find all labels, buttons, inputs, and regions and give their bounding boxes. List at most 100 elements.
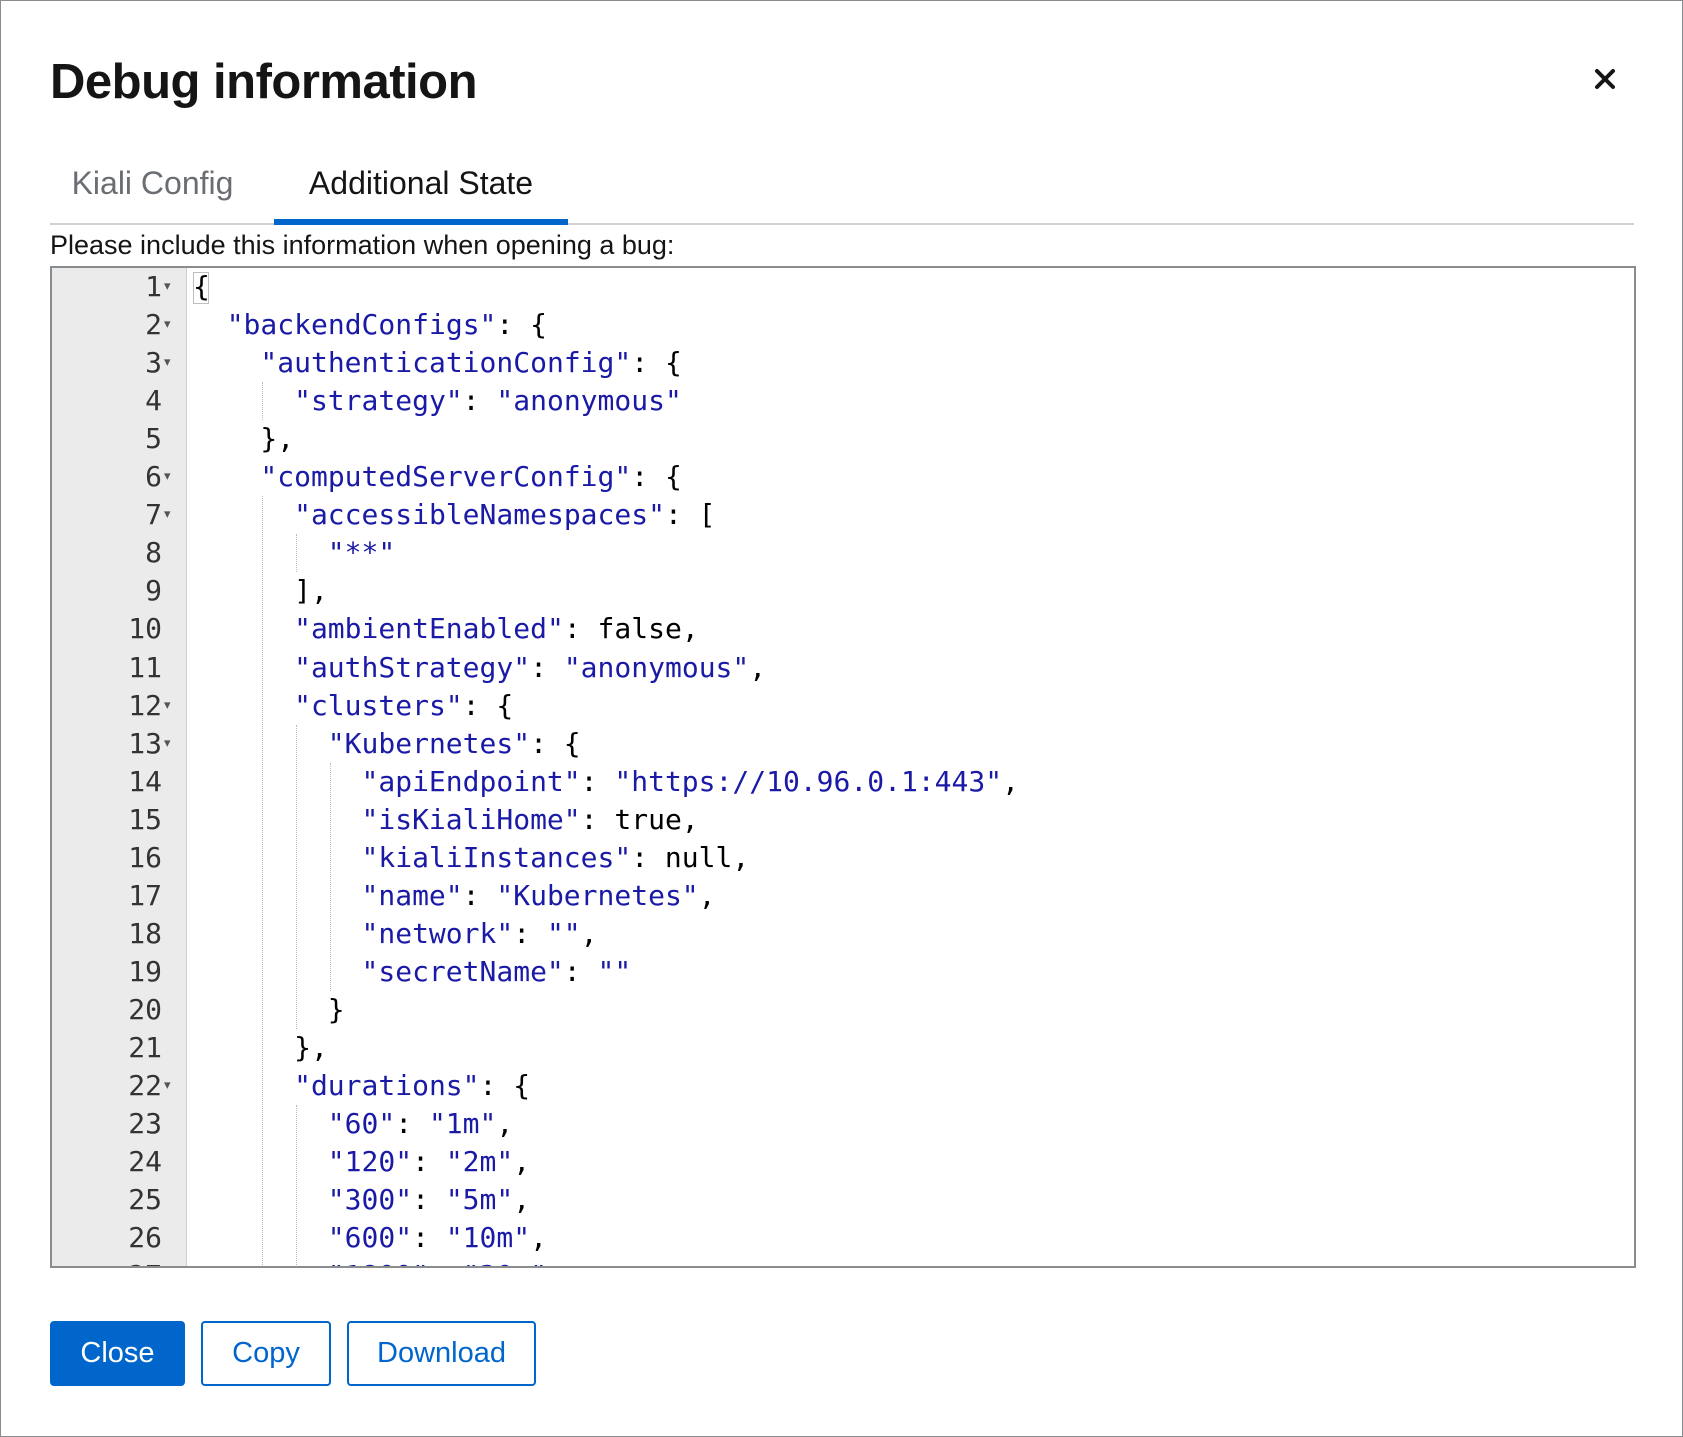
code-text: "600": "10m", bbox=[328, 1219, 547, 1257]
code-line: 23 "60": "1m", bbox=[52, 1105, 1634, 1143]
tab-additional-state[interactable]: Additional State bbox=[274, 151, 568, 225]
line-number: 11 bbox=[128, 650, 162, 684]
json-punctuation: : bbox=[412, 1221, 446, 1255]
code-line: 1 ▾ { bbox=[52, 268, 1634, 306]
code-line: 3 ▾ "authenticationConfig": { bbox=[52, 344, 1634, 382]
fold-caret-icon[interactable]: ▾ bbox=[164, 276, 171, 298]
line-number: 24 bbox=[128, 1145, 162, 1179]
close-modal-button[interactable] bbox=[1583, 57, 1627, 101]
fold-caret-icon[interactable]: ▾ bbox=[164, 466, 171, 488]
json-punctuation: : { bbox=[462, 688, 514, 722]
fold-caret-icon[interactable]: ▾ bbox=[164, 733, 171, 755]
indent-guide bbox=[329, 762, 331, 991]
code-text: "computedServerConfig": { bbox=[260, 458, 681, 496]
line-number: 13 bbox=[128, 726, 162, 760]
code-line: 20} bbox=[52, 991, 1634, 1029]
json-punctuation: : { bbox=[496, 308, 547, 342]
line-number: 15 bbox=[128, 802, 162, 836]
line-number: 25 bbox=[128, 1183, 162, 1217]
fold-caret-icon[interactable]: ▾ bbox=[164, 1075, 171, 1097]
tab-kiali-config[interactable]: Kiali Config bbox=[50, 151, 255, 223]
line-number: 12 bbox=[128, 688, 162, 722]
code-line: 13 ▾ "Kubernetes": { bbox=[52, 725, 1634, 763]
json-punctuation: : [ bbox=[664, 498, 716, 532]
json-string: "10m" bbox=[445, 1221, 531, 1255]
line-number: 14 bbox=[128, 764, 162, 798]
fold-caret-icon[interactable]: ▾ bbox=[164, 314, 171, 336]
json-string: "anonymous" bbox=[563, 650, 750, 684]
code-text: "name": "Kubernetes", bbox=[362, 877, 716, 915]
code-line: 9], bbox=[52, 572, 1634, 610]
indent-guide bbox=[296, 724, 298, 1029]
code-line: 5}, bbox=[52, 420, 1634, 458]
json-string: "60" bbox=[327, 1107, 396, 1141]
tab-label: Kiali Config bbox=[71, 165, 234, 201]
fold-caret-icon[interactable]: ▾ bbox=[164, 352, 171, 374]
fold-caret-icon[interactable]: ▾ bbox=[164, 504, 171, 526]
code-line: 25 "300": "5m", bbox=[52, 1181, 1634, 1219]
fold-caret-icon[interactable]: ▾ bbox=[164, 695, 171, 717]
code-text: "authenticationConfig": { bbox=[260, 344, 681, 382]
line-number: 16 bbox=[128, 840, 162, 874]
json-punctuation: : bbox=[563, 954, 598, 988]
code-text: { bbox=[193, 268, 210, 306]
code-line: 11 "authStrategy": "anonymous", bbox=[52, 649, 1634, 687]
json-punctuation: : bbox=[462, 878, 497, 912]
code-text: }, bbox=[294, 1029, 328, 1067]
json-string: "backendConfigs" bbox=[226, 308, 497, 342]
line-number: 1 bbox=[145, 270, 162, 303]
json-punctuation: ], bbox=[294, 574, 328, 608]
json-punctuation: : bbox=[395, 1107, 429, 1141]
indent-guide bbox=[296, 534, 298, 573]
code-text: "1800": "30m", bbox=[328, 1257, 564, 1266]
code-line: 21}, bbox=[52, 1029, 1634, 1067]
code-line: 7 ▾ "accessibleNamespaces": [ bbox=[52, 496, 1634, 534]
code-line: 4 "strategy": "anonymous" bbox=[52, 382, 1634, 420]
json-punctuation: : bbox=[462, 384, 497, 418]
indent-guide bbox=[262, 382, 264, 421]
line-number: 4 bbox=[145, 384, 162, 418]
code-line: 8 "**" bbox=[52, 534, 1634, 572]
code-text: "ambientEnabled": false, bbox=[294, 610, 699, 648]
json-string: "authStrategy" bbox=[294, 650, 531, 684]
json-punctuation: , bbox=[698, 878, 716, 912]
json-punctuation: : bbox=[513, 916, 547, 950]
json-string: "120" bbox=[327, 1145, 413, 1179]
close-button[interactable]: Close bbox=[50, 1321, 185, 1386]
code-text: }, bbox=[260, 420, 294, 458]
code-text: } bbox=[328, 991, 345, 1029]
json-punctuation: { bbox=[193, 270, 210, 303]
code-line: 12 ▾ "clusters": { bbox=[52, 687, 1634, 725]
code-text: ], bbox=[294, 572, 328, 610]
json-string: "1800" bbox=[328, 1259, 429, 1266]
json-code-editor[interactable]: 1 ▾{2 ▾ "backendConfigs": {3 ▾ "authenticatio… bbox=[50, 266, 1636, 1268]
json-string: "1m" bbox=[428, 1107, 497, 1141]
code-line: 19 "secretName": "" bbox=[52, 953, 1634, 991]
json-punctuation: , bbox=[580, 916, 598, 950]
line-number: 7 bbox=[145, 498, 162, 532]
json-string: "kialiInstances" bbox=[361, 840, 632, 874]
line-number: 18 bbox=[128, 916, 162, 950]
json-string: "30m" bbox=[463, 1259, 547, 1266]
close-icon bbox=[1595, 69, 1615, 89]
copy-button[interactable]: Copy bbox=[201, 1321, 331, 1386]
line-number: 6 bbox=[145, 460, 162, 494]
code-text: "**" bbox=[328, 534, 395, 572]
code-text: "backendConfigs": { bbox=[227, 306, 547, 344]
json-string: "network" bbox=[361, 916, 514, 950]
code-text: "300": "5m", bbox=[328, 1181, 530, 1219]
json-punctuation: : bbox=[429, 1259, 463, 1266]
download-button[interactable]: Download bbox=[347, 1321, 536, 1386]
code-line: 18 "network": "", bbox=[52, 915, 1634, 953]
json-punctuation: : bbox=[412, 1145, 446, 1179]
json-punctuation: : { bbox=[631, 346, 682, 380]
line-number: 10 bbox=[128, 612, 162, 646]
json-punctuation: } bbox=[327, 992, 345, 1026]
json-string: "anonymous" bbox=[496, 384, 682, 418]
code-text: "60": "1m", bbox=[328, 1105, 513, 1143]
json-punctuation: , bbox=[547, 1259, 564, 1266]
json-string: "computedServerConfig" bbox=[260, 460, 632, 494]
line-number: 21 bbox=[128, 1031, 162, 1064]
json-string: "strategy" bbox=[294, 384, 463, 418]
json-punctuation: }, bbox=[294, 1031, 328, 1064]
